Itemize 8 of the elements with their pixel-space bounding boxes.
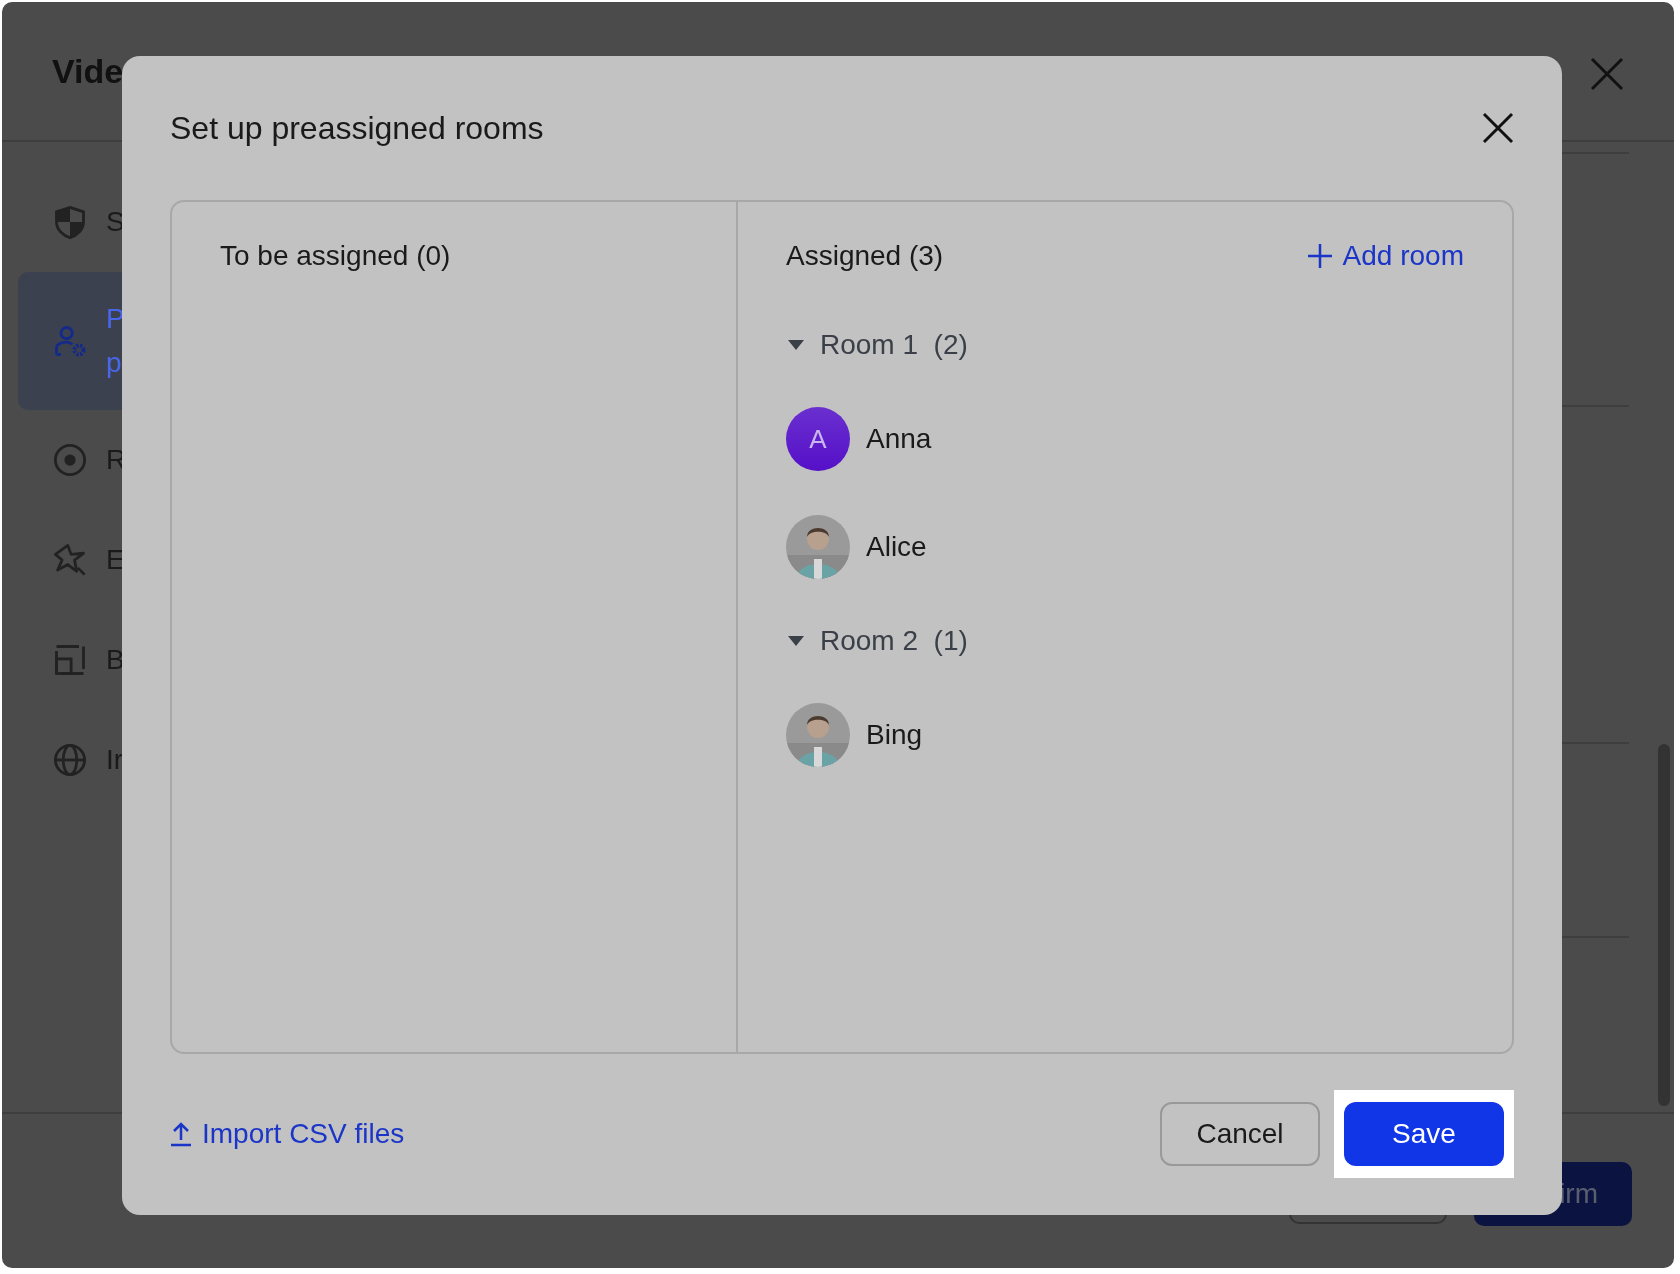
- member-name: Anna: [866, 423, 932, 455]
- dialog-title: Set up preassigned rooms: [170, 109, 544, 147]
- pane-header: Assigned (3): [786, 240, 944, 272]
- member-name: Alice: [866, 531, 927, 563]
- member-name: Bing: [866, 719, 923, 751]
- avatar: A: [786, 407, 850, 471]
- page-title: Vide: [52, 51, 124, 91]
- pane-header: To be assigned (0): [220, 240, 451, 271]
